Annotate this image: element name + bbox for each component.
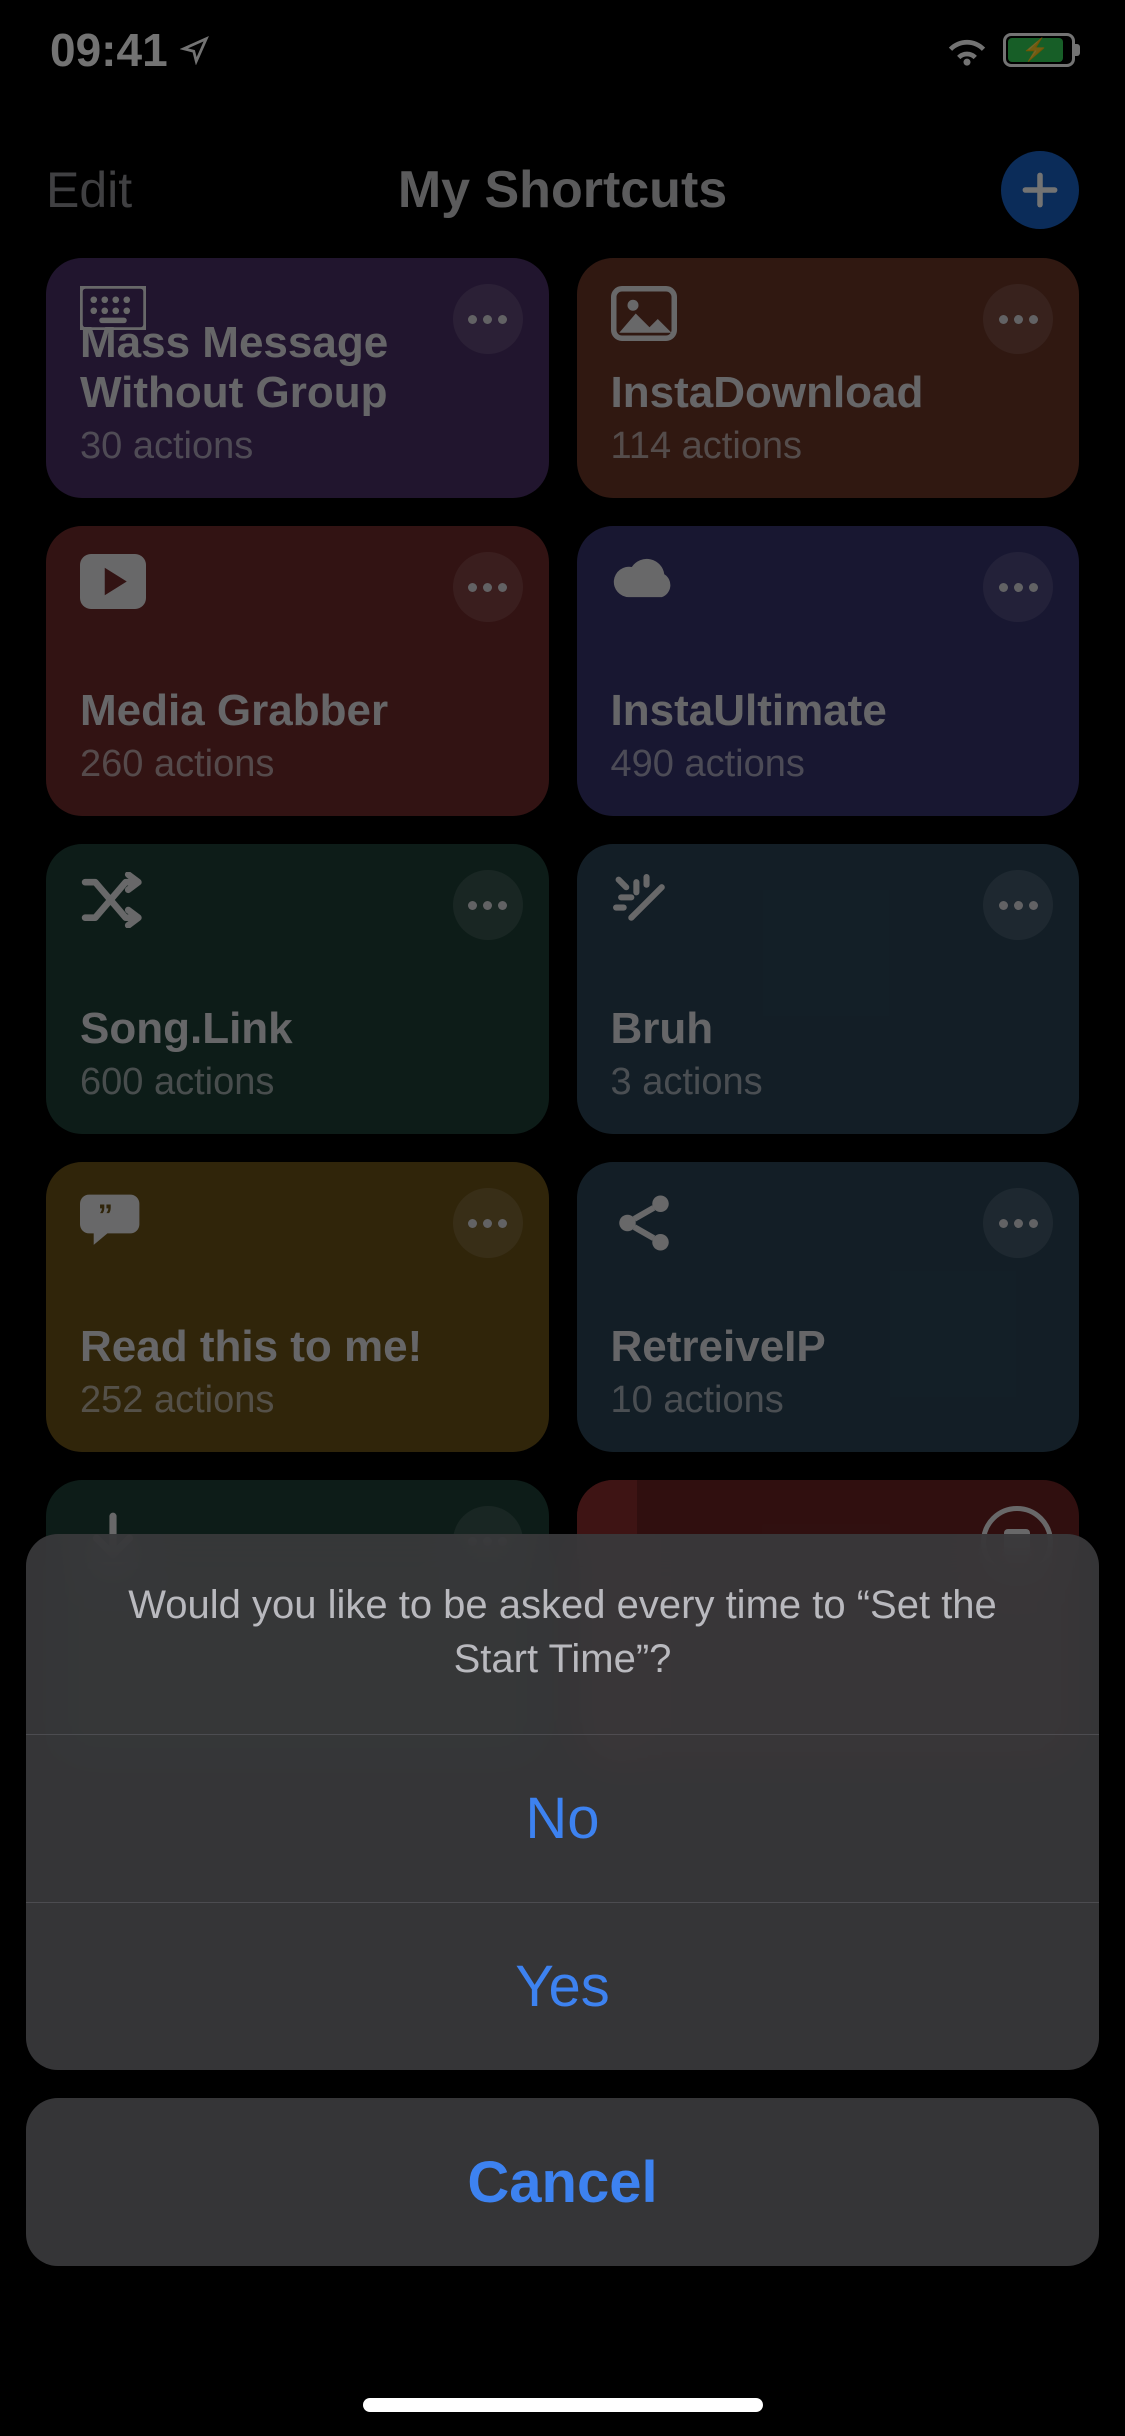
sheet-message: Would you like to be asked every time to… [26, 1534, 1099, 1734]
action-sheet: Would you like to be asked every time to… [26, 1534, 1099, 2266]
sheet-cancel-button[interactable]: Cancel [26, 2098, 1099, 2266]
home-indicator [363, 2398, 763, 2412]
sheet-yes-button[interactable]: Yes [26, 1902, 1099, 2070]
sheet-no-button[interactable]: No [26, 1734, 1099, 1902]
